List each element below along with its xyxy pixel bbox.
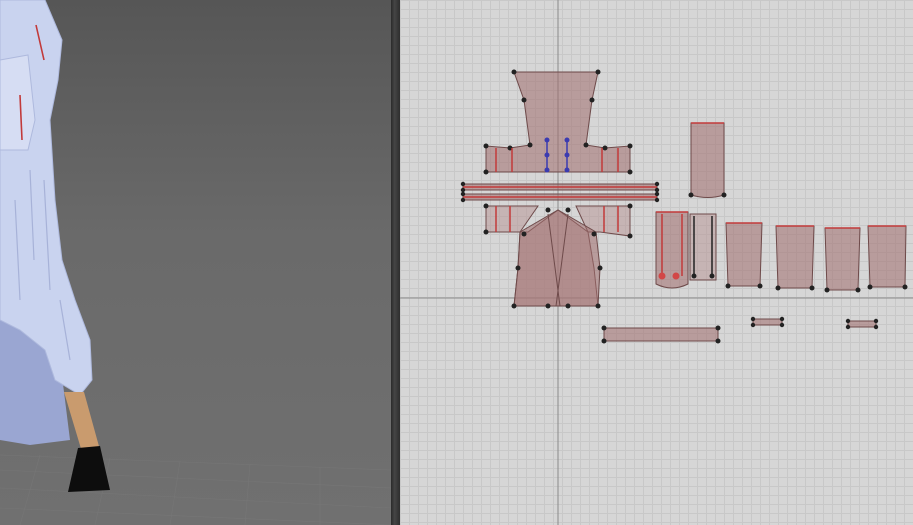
floor-grid bbox=[0, 454, 391, 525]
pattern-2d-viewport[interactable] bbox=[400, 0, 913, 525]
avatar-3d-viewport[interactable] bbox=[0, 0, 391, 525]
pocket-piece-1[interactable] bbox=[655, 211, 689, 289]
front-body-piece[interactable] bbox=[483, 69, 633, 175]
sleeve-cuff-piece[interactable] bbox=[688, 122, 727, 198]
waistband-strip-2[interactable] bbox=[460, 191, 660, 203]
viewport-splitter[interactable] bbox=[391, 0, 400, 525]
belt-strip[interactable] bbox=[601, 325, 721, 344]
pocket-piece-4[interactable] bbox=[775, 225, 815, 291]
pocket-piece-5[interactable] bbox=[824, 227, 861, 293]
avatar-scene bbox=[0, 0, 391, 525]
robe-sleeve bbox=[0, 54, 36, 151]
button-loop-1[interactable] bbox=[750, 316, 785, 328]
back-body-piece[interactable] bbox=[483, 203, 633, 309]
avatar-shoe bbox=[68, 446, 110, 492]
avatar-leg bbox=[64, 392, 100, 452]
pocket-piece-3[interactable] bbox=[725, 222, 763, 289]
waistband-strip-1[interactable] bbox=[460, 181, 660, 193]
pocket-piece-6[interactable] bbox=[867, 225, 908, 290]
pattern-canvas bbox=[400, 0, 913, 525]
pocket-piece-2[interactable] bbox=[689, 213, 717, 281]
button-loop-2[interactable] bbox=[845, 318, 879, 330]
